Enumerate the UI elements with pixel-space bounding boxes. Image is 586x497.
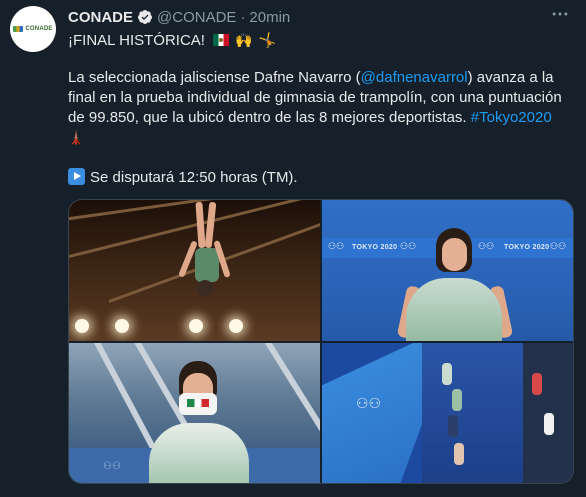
separator-dot: · — [240, 8, 246, 26]
timestamp[interactable]: 20min — [249, 9, 290, 26]
olympic-rings-icon: ⚇⚇ — [550, 241, 567, 251]
athlete-figure — [442, 363, 452, 385]
backdrop-text: TOKYO 2020 — [352, 244, 398, 251]
gymnast-face — [442, 238, 467, 271]
photo-arena-walkway[interactable]: ⚇⚇ — [322, 343, 573, 483]
arena-light — [189, 319, 203, 333]
staff-figure — [532, 373, 542, 395]
gymnast-torso — [195, 248, 219, 282]
author-handle[interactable]: @CONADE — [157, 9, 236, 26]
mention-link[interactable]: @dafnenavarrol — [361, 69, 468, 86]
gymnast-icon: 🤸 — [258, 32, 277, 48]
tweet-header: CONADE @CONADE · 20min — [68, 6, 290, 28]
arena-light — [75, 319, 89, 333]
play-button-icon — [68, 168, 85, 185]
hashtag-link[interactable]: #Tokyo2020 — [471, 109, 552, 126]
raised-hands-icon: 🙌 — [235, 32, 253, 48]
headline-text: ¡FINAL HISTÓRICA! — [68, 32, 205, 49]
avatar-logo-text: CONADE — [25, 26, 53, 32]
gymnast-leotard — [149, 423, 249, 483]
schedule-text: Se disputará 12:50 horas (TM). — [90, 169, 298, 186]
photo-gymnast-masked[interactable]: ⚇⚇ — [69, 343, 320, 483]
tokyo-tower-icon: 🗼 — [68, 130, 85, 145]
conade-logo-mark — [13, 26, 24, 32]
gymnast-leotard — [406, 278, 502, 341]
avatar[interactable]: CONADE — [10, 6, 56, 52]
arena-light — [229, 319, 243, 333]
olympic-rings-icon: ⚇⚇ — [103, 461, 121, 472]
photo-gymnast-smiling[interactable]: ⚇⚇ TOKYO 2020 ⚇⚇ ⚇⚇ TOKYO 2020 ⚇⚇ — [322, 200, 573, 341]
athlete-figure — [454, 443, 464, 465]
mexico-flag-icon — [213, 34, 230, 46]
athlete-figure — [452, 389, 462, 411]
tweet-schedule: Se disputará 12:50 horas (TM). — [68, 168, 574, 188]
arena-light — [115, 319, 129, 333]
olympic-rings-icon: ⚇⚇ — [400, 241, 417, 251]
face-mask — [179, 393, 217, 415]
verified-badge-icon — [137, 9, 153, 25]
olympic-rings-icon: ⚇⚇ — [356, 395, 382, 411]
olympic-rings-icon: ⚇⚇ — [328, 241, 345, 251]
gymnast-head — [197, 280, 213, 296]
tweet-headline: ¡FINAL HISTÓRICA! 🙌 🤸 — [68, 30, 574, 51]
tweet-body: La seleccionada jalisciense Dafne Navarr… — [68, 68, 574, 148]
media-grid: ⚇⚇ TOKYO 2020 ⚇⚇ ⚇⚇ TOKYO 2020 ⚇⚇ ⚇⚇ ⚇⚇ — [68, 199, 574, 484]
body-text-start: La seleccionada jalisciense Dafne Navarr… — [68, 69, 361, 86]
athlete-figure — [448, 415, 458, 437]
more-options-icon[interactable] — [548, 4, 572, 24]
staff-figure — [544, 413, 554, 435]
gymnast-leg — [195, 201, 206, 249]
olympic-rings-icon: ⚇⚇ — [478, 241, 495, 251]
author-name[interactable]: CONADE — [68, 9, 133, 26]
photo-gymnast-midair[interactable] — [69, 200, 320, 341]
backdrop-text: TOKYO 2020 — [504, 244, 550, 251]
